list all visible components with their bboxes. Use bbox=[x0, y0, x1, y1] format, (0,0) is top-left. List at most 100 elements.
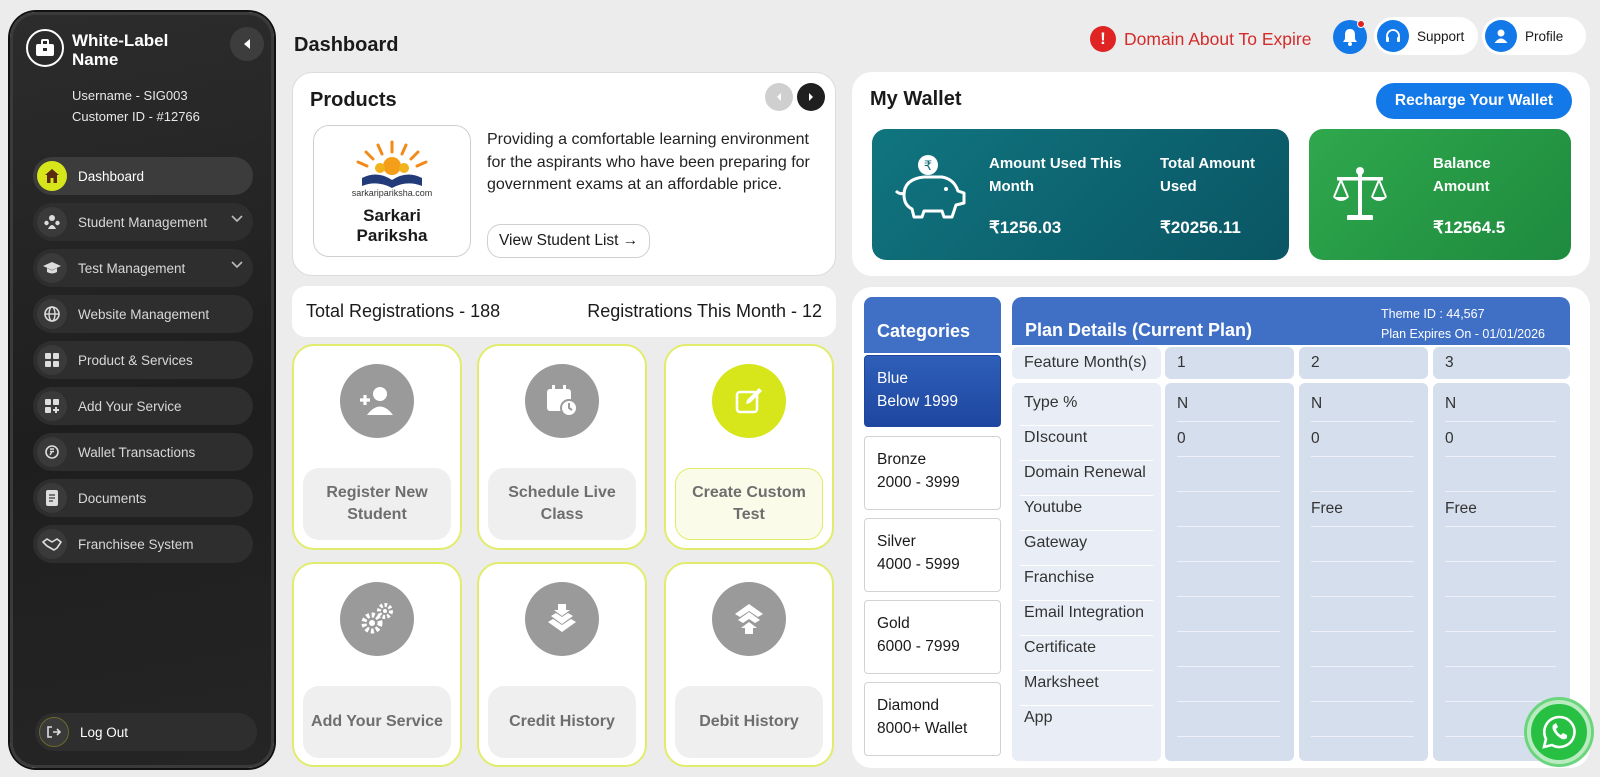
total-amount-used-label: Total Amount Used bbox=[1160, 155, 1255, 195]
category-bronze[interactable]: Bronze 2000 - 3999 bbox=[864, 436, 1001, 510]
feature-label: Gateway bbox=[1024, 534, 1088, 551]
add-grid-icon bbox=[37, 391, 67, 421]
briefcase-icon bbox=[26, 29, 64, 67]
plan-card: Categories Blue Below 1999 Bronze 2000 -… bbox=[852, 287, 1590, 768]
plan-meta: Theme ID : 44,567 Plan Expires On - 01/0… bbox=[1381, 304, 1545, 344]
collapse-sidebar-button[interactable] bbox=[230, 27, 264, 61]
chevron-down-icon bbox=[231, 215, 243, 223]
debit-history-tile[interactable]: Debit History bbox=[664, 562, 834, 767]
carousel-prev-button[interactable] bbox=[765, 83, 793, 111]
products-title: Products bbox=[310, 89, 397, 111]
category-gold[interactable]: Gold 6000 - 7999 bbox=[864, 600, 1001, 674]
credit-history-tile[interactable]: Credit History bbox=[477, 562, 647, 767]
document-icon bbox=[37, 483, 67, 513]
row-divider bbox=[1020, 495, 1153, 496]
sidebar-item-add-your-service[interactable]: Add Your Service bbox=[33, 387, 253, 425]
value-underline bbox=[1445, 456, 1556, 457]
grid-icon bbox=[37, 345, 67, 375]
sidebar-item-student-management[interactable]: Student Management bbox=[33, 203, 253, 241]
value-underline bbox=[1177, 421, 1280, 422]
logout-button[interactable]: Log Out bbox=[35, 713, 257, 751]
alert-icon: ! bbox=[1090, 26, 1116, 52]
support-label: Support bbox=[1417, 28, 1465, 44]
wallet-title: My Wallet bbox=[870, 88, 962, 110]
view-student-list-button[interactable]: View Student List → bbox=[487, 224, 651, 258]
value-underline bbox=[1311, 421, 1414, 422]
category-range: Below 1999 bbox=[877, 392, 959, 410]
support-button[interactable]: Support bbox=[1374, 17, 1478, 55]
sidebar-item-label: Dashboard bbox=[78, 168, 145, 184]
features-column: Type % DIscount Domain Renewal Youtube Gatew… bbox=[1012, 383, 1161, 761]
feature-month-header: Feature Month(s) bbox=[1012, 347, 1161, 379]
whatsapp-chat-button[interactable] bbox=[1527, 700, 1591, 764]
registrations-this-month: Registrations This Month - 12 bbox=[587, 301, 822, 321]
logout-icon bbox=[39, 717, 69, 747]
sidebar-item-product-services[interactable]: Product & Services bbox=[33, 341, 253, 379]
value-underline bbox=[1311, 526, 1414, 527]
add-your-service-tile[interactable]: Add Your Service bbox=[292, 562, 462, 767]
carousel-next-button[interactable] bbox=[797, 83, 825, 111]
balance-amount-label: Balance Amount bbox=[1433, 155, 1491, 195]
sidebar-item-documents[interactable]: Documents bbox=[33, 479, 253, 517]
row-divider bbox=[1020, 565, 1153, 566]
products-card: Products sarkaripariksha.com Sarkari Par… bbox=[292, 72, 836, 276]
credit-icon bbox=[525, 582, 599, 656]
notifications-button[interactable] bbox=[1333, 20, 1367, 54]
sidebar-item-dashboard[interactable]: Dashboard bbox=[33, 157, 253, 195]
feature-label: Certificate bbox=[1024, 639, 1097, 656]
sidebar: White-Label Name Username - SIG003 Custo… bbox=[10, 12, 274, 768]
sidebar-item-label: Product & Services bbox=[78, 352, 193, 368]
profile-button[interactable]: Profile bbox=[1482, 17, 1586, 55]
value-underline bbox=[1311, 666, 1414, 667]
category-diamond[interactable]: Diamond 8000+ Wallet bbox=[864, 682, 1001, 756]
schedule-live-class-tile[interactable]: Schedule Live Class bbox=[477, 344, 647, 550]
sidebar-item-test-management[interactable]: Test Management bbox=[33, 249, 253, 287]
sidebar-item-franchisee-system[interactable]: Franchisee System bbox=[33, 525, 253, 563]
recharge-wallet-button[interactable]: Recharge Your Wallet bbox=[1376, 83, 1572, 119]
username: Username - SIG003 bbox=[72, 88, 188, 103]
feature-label: Domain Renewal bbox=[1024, 464, 1146, 481]
tile-label: Credit History bbox=[488, 686, 636, 758]
feature-label: Email Integration bbox=[1024, 604, 1145, 621]
chevron-down-icon bbox=[231, 261, 243, 269]
feature-label: Marksheet bbox=[1024, 674, 1099, 691]
amount-used-month-value: ₹1256.03 bbox=[989, 218, 1062, 237]
register-new-student-tile[interactable]: Register New Student bbox=[292, 344, 462, 550]
month-header-3: 3 bbox=[1433, 347, 1570, 379]
gears-icon bbox=[340, 582, 414, 656]
sidebar-item-wallet-transactions[interactable]: Wallet Transactions bbox=[33, 433, 253, 471]
tile-label: Debit History bbox=[675, 686, 823, 758]
month-header-1: 1 bbox=[1165, 347, 1294, 379]
product-name: Sarkari Pariksha bbox=[356, 206, 428, 245]
tile-label: Add Your Service bbox=[303, 686, 451, 758]
graduation-cap-icon bbox=[37, 253, 67, 283]
page-title: Dashboard bbox=[294, 34, 399, 56]
value-underline bbox=[1445, 631, 1556, 632]
category-range: 4000 - 5999 bbox=[877, 555, 960, 573]
plan-value-cell: 0 bbox=[1445, 430, 1454, 447]
balance-amount-value: ₹12564.5 bbox=[1433, 218, 1506, 237]
value-underline bbox=[1445, 701, 1556, 702]
scales-icon bbox=[1331, 165, 1389, 223]
sidebar-item-website-management[interactable]: Website Management bbox=[33, 295, 253, 333]
logout-label: Log Out bbox=[80, 724, 129, 740]
value-underline bbox=[1445, 526, 1556, 527]
category-blue[interactable]: Blue Below 1999 bbox=[864, 355, 1001, 427]
category-name: Gold bbox=[877, 615, 910, 632]
value-underline bbox=[1445, 491, 1556, 492]
category-silver[interactable]: Silver 4000 - 5999 bbox=[864, 518, 1001, 592]
plan-value-cell: 0 bbox=[1177, 430, 1186, 447]
sidebar-item-label: Documents bbox=[78, 490, 147, 506]
piggy-bank-icon: ₹ bbox=[894, 153, 968, 229]
value-underline bbox=[1445, 596, 1556, 597]
category-name: Silver bbox=[877, 533, 916, 550]
domain-expire-alert[interactable]: ! Domain About To Expire bbox=[1090, 26, 1311, 52]
bell-icon bbox=[1343, 29, 1357, 46]
create-custom-test-tile[interactable]: Create Custom Test bbox=[664, 344, 834, 550]
categories-title: Categories bbox=[877, 321, 971, 341]
categories-header: Categories bbox=[864, 297, 1001, 353]
value-underline bbox=[1311, 736, 1414, 737]
brand-name: White-Label Name bbox=[72, 31, 169, 69]
value-underline bbox=[1177, 491, 1280, 492]
plan-values-month-2: N 0 Free bbox=[1299, 383, 1428, 761]
